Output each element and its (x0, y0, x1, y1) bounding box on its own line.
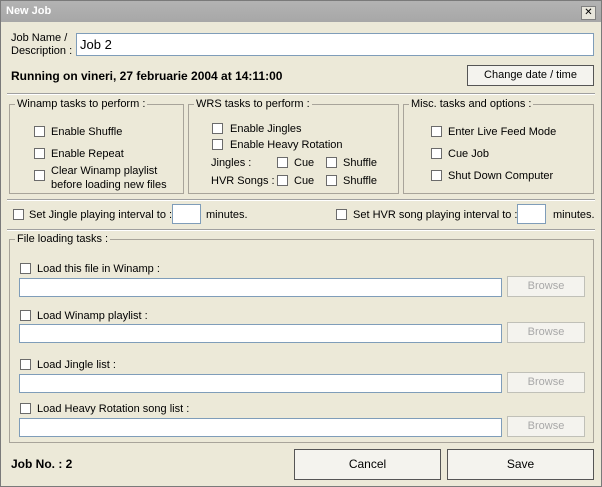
browse-label: Browse (527, 376, 565, 388)
job-number: Job No. : 2 (11, 457, 73, 471)
hvr-songs-label: HVR Songs : (211, 175, 275, 187)
separator (7, 199, 595, 201)
load-jingle-checkbox[interactable] (20, 359, 31, 370)
enable-repeat-checkbox[interactable] (34, 148, 45, 159)
hvr-cue-checkbox[interactable] (277, 175, 288, 186)
load-file-input[interactable] (19, 278, 502, 297)
job-name-input[interactable]: Job 2 (76, 33, 594, 56)
live-feed-checkbox[interactable] (431, 126, 442, 137)
save-button[interactable]: Save (447, 449, 594, 480)
hvr-shuffle-checkbox[interactable] (326, 175, 337, 186)
enable-repeat-label: Enable Repeat (51, 148, 124, 160)
enable-heavy-rotation-label: Enable Heavy Rotation (230, 139, 343, 151)
load-playlist-label: Load Winamp playlist : (37, 310, 148, 322)
hvr-interval-input[interactable] (517, 204, 546, 224)
load-jingle-label: Load Jingle list : (37, 359, 116, 371)
jingles-cue-label: Cue (294, 157, 315, 169)
jingle-interval-input[interactable] (172, 204, 201, 224)
file-loading-title: File loading tasks : (15, 233, 111, 245)
hvr-shuffle-label: Shuffle (343, 175, 378, 187)
hvr-interval-checkbox[interactable] (336, 209, 347, 220)
jingle-interval-checkbox[interactable] (13, 209, 24, 220)
separator (7, 229, 595, 231)
load-heavy-rotation-input[interactable] (19, 418, 502, 437)
cancel-label: Cancel (348, 457, 387, 471)
load-file-checkbox[interactable] (20, 263, 31, 274)
cue-job-checkbox[interactable] (431, 148, 442, 159)
jingles-shuffle-label: Shuffle (343, 157, 378, 169)
separator (7, 93, 595, 95)
browse-label: Browse (527, 326, 565, 338)
close-icon[interactable]: ✕ (581, 6, 596, 20)
load-playlist-input[interactable] (19, 324, 502, 343)
load-file-label: Load this file in Winamp : (37, 263, 160, 275)
minutes-label: minutes. (553, 209, 595, 221)
hvr-interval-label: Set HVR song playing interval to : (353, 209, 518, 221)
browse-label: Browse (527, 420, 565, 432)
job-name-value: Job 2 (80, 37, 112, 52)
browse-button[interactable]: Browse (507, 372, 585, 393)
hvr-cue-label: Cue (294, 175, 315, 187)
enable-heavy-rotation-checkbox[interactable] (212, 139, 223, 150)
load-heavy-rotation-checkbox[interactable] (20, 403, 31, 414)
load-playlist-checkbox[interactable] (20, 310, 31, 321)
load-heavy-rotation-label: Load Heavy Rotation song list : (37, 403, 190, 415)
new-job-window: New Job ✕ Job Name / Description : Job 2… (0, 0, 602, 487)
enable-shuffle-label: Enable Shuffle (51, 126, 123, 138)
description-label: Description : (11, 45, 73, 57)
cue-job-label: Cue Job (448, 148, 489, 160)
live-feed-label: Enter Live Feed Mode (448, 126, 557, 138)
load-jingle-input[interactable] (19, 374, 502, 393)
clear-playlist-checkbox[interactable] (34, 170, 45, 181)
clear-playlist-label-2: before loading new files (51, 179, 167, 191)
save-label: Save (506, 457, 535, 471)
winamp-group-title: Winamp tasks to perform : (15, 98, 148, 110)
job-name-label: Job Name / (11, 32, 68, 44)
enable-jingles-checkbox[interactable] (212, 123, 223, 134)
change-date-button[interactable]: Change date / time (467, 65, 594, 86)
minutes-label: minutes. (206, 209, 248, 221)
title-bar[interactable]: New Job ✕ (1, 1, 601, 22)
window-title: New Job (6, 5, 52, 17)
browse-label: Browse (527, 280, 565, 292)
enable-jingles-label: Enable Jingles (230, 123, 302, 135)
misc-group-title: Misc. tasks and options : (409, 98, 534, 110)
jingles-label: Jingles : (211, 157, 252, 169)
browse-button[interactable]: Browse (507, 322, 585, 343)
shutdown-checkbox[interactable] (431, 170, 442, 181)
enable-shuffle-checkbox[interactable] (34, 126, 45, 137)
shutdown-label: Shut Down Computer (448, 170, 554, 182)
wrs-group-title: WRS tasks to perform : (194, 98, 312, 110)
jingles-cue-checkbox[interactable] (277, 157, 288, 168)
browse-button[interactable]: Browse (507, 276, 585, 297)
running-on-text: Running on vineri, 27 februarie 2004 at … (11, 69, 283, 83)
jingles-shuffle-checkbox[interactable] (326, 157, 337, 168)
clear-playlist-label-1: Clear Winamp playlist (51, 165, 158, 177)
browse-button[interactable]: Browse (507, 416, 585, 437)
cancel-button[interactable]: Cancel (294, 449, 441, 480)
change-date-label: Change date / time (484, 69, 577, 81)
jingle-interval-label: Set Jingle playing interval to : (29, 209, 173, 221)
